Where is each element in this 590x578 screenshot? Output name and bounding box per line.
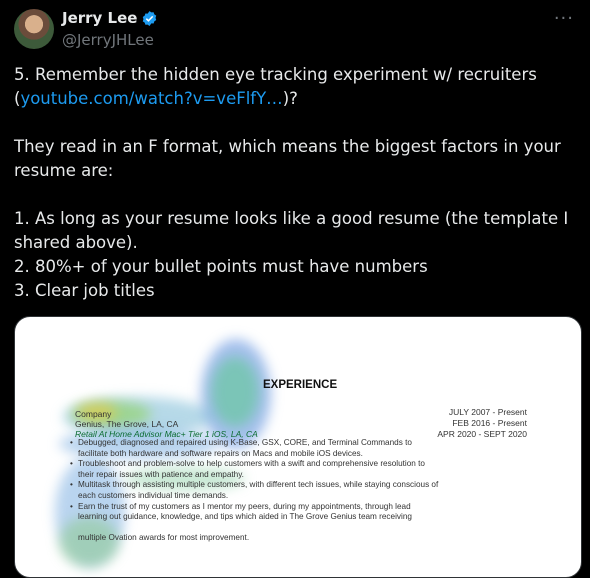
resume-employer: Genius, The Grove, LA, CA <box>75 419 179 429</box>
tweet-line-1: 5. Remember the hidden eye tracking expe… <box>14 65 537 84</box>
tweet-text: 5. Remember the hidden eye tracking expe… <box>14 63 579 303</box>
resume-bullet-4: Earn the trust of my customers as I ment… <box>70 502 530 513</box>
youtube-link[interactable]: youtube.com/watch?v=veFlfY… <box>20 89 282 108</box>
resume-bullet-4-cont-2: multiple Ovation awards for most improve… <box>78 533 250 543</box>
resume-company: Company <box>75 409 112 419</box>
resume-bullet-1-cont: facilitate both hardware and software re… <box>78 448 363 458</box>
resume-bullet-2-cont: their repair issues with patience and em… <box>78 469 244 479</box>
tweet-paragraph-2: They read in an F format, which means th… <box>14 137 561 180</box>
author-handle[interactable]: @JerryJHLee <box>62 31 154 49</box>
resume-heading: EXPERIENCE <box>263 379 338 391</box>
tweet-item-3: 3. Clear job titles <box>14 281 155 300</box>
resume-bullets: Debugged, diagnosed and repaired using K… <box>70 438 530 544</box>
resume-date-2: FEB 2016 - Present <box>452 418 527 428</box>
resume-bullet-3-cont: each customers individual time demands. <box>78 490 229 500</box>
resume-bullet-2: Troubleshoot and problem-solve to help c… <box>70 459 530 470</box>
author-name-row: Jerry Lee <box>62 9 158 27</box>
tweet-item-2: 2. 80%+ of your bullet points must have … <box>14 257 428 276</box>
tweet-media-image[interactable]: EXPERIENCE Company Genius, The Grove, LA… <box>14 316 582 578</box>
tweet-line-2: (youtube.com/watch?v=veFlfY…)? <box>14 87 579 111</box>
author-name[interactable]: Jerry Lee <box>62 9 137 27</box>
resume-heatmap-image: EXPERIENCE Company Genius, The Grove, LA… <box>15 317 581 577</box>
resume-bullet-3: Multitask through assisting multiple cus… <box>70 480 530 491</box>
resume-bullet-1: Debugged, diagnosed and repaired using K… <box>70 438 530 449</box>
avatar[interactable] <box>14 9 54 49</box>
tweet-item-1: 1. As long as your resume looks like a g… <box>14 209 569 252</box>
more-icon[interactable]: ··· <box>554 8 574 29</box>
resume-date-1: JULY 2007 - Present <box>448 407 527 417</box>
verified-badge-icon <box>143 10 157 26</box>
paren-close: )? <box>282 89 298 108</box>
resume-bullet-4-cont: learning out guidance, knowledge, and ti… <box>78 512 412 522</box>
